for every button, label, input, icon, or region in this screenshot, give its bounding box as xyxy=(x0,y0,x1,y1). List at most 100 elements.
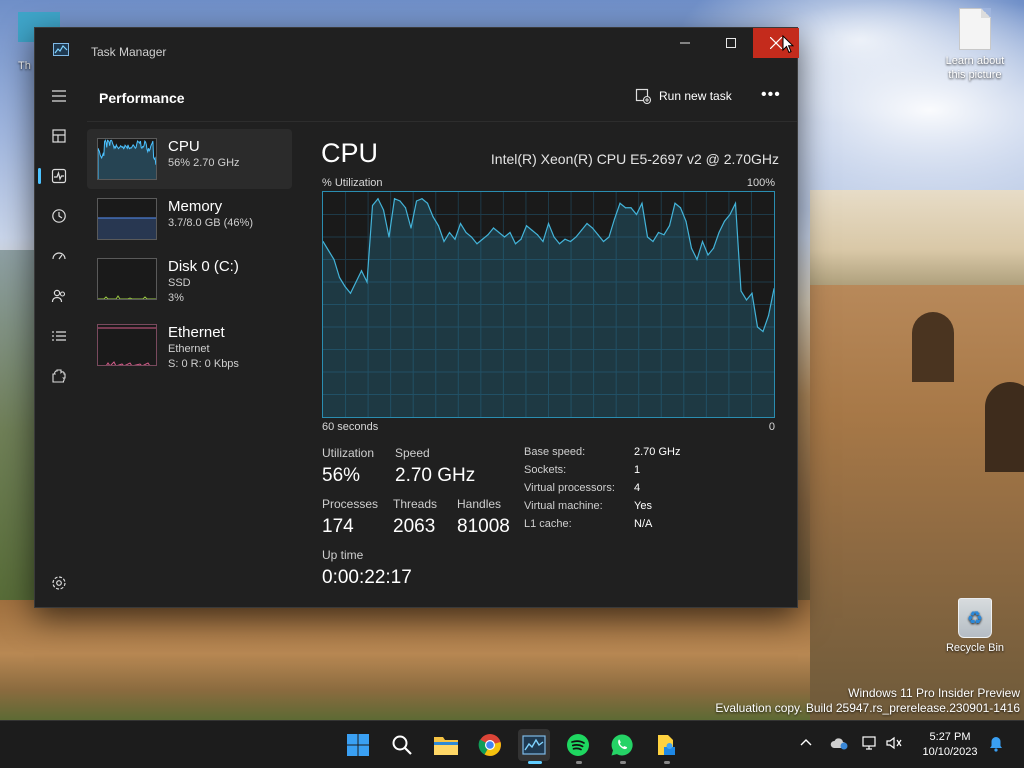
nav-details[interactable] xyxy=(47,324,71,348)
cpu-data-point xyxy=(602,240,605,243)
whatsapp-button[interactable] xyxy=(606,729,638,761)
cpu-model-name: Intel(R) Xeon(R) CPU E5-2697 v2 @ 2.70GH… xyxy=(490,151,779,167)
resource-item-memory[interactable]: Memory 3.7/8.0 GB (46%) xyxy=(87,189,292,249)
cpu-data-point xyxy=(476,243,478,245)
menu-button[interactable] xyxy=(47,84,71,108)
cpu-data-point xyxy=(723,220,726,222)
cpu-data-point xyxy=(701,240,704,243)
base-speed-value: 2.70 GHz xyxy=(634,446,681,458)
network-icon[interactable] xyxy=(862,735,878,751)
cpu-data-point xyxy=(762,330,764,333)
hamburger-menu-icon xyxy=(52,90,66,102)
wallpaper-town xyxy=(810,190,1024,290)
cpu-data-point xyxy=(520,238,522,240)
nav-startup-apps[interactable] xyxy=(47,244,71,268)
task-manager-icon xyxy=(522,735,546,755)
minimize-button[interactable] xyxy=(662,28,708,58)
cpu-data-point xyxy=(514,243,517,245)
learn-about-picture-shortcut[interactable]: Learn about this picture xyxy=(938,8,1012,82)
run-task-icon xyxy=(635,88,651,104)
nav-users[interactable] xyxy=(47,284,71,308)
cpu-data-point xyxy=(641,202,643,204)
l1-cache-label: L1 cache: xyxy=(524,518,572,530)
cpu-data-point xyxy=(426,202,429,204)
speed-label: Speed xyxy=(395,446,430,460)
nav-performance[interactable] xyxy=(47,164,71,188)
chevron-up-icon[interactable] xyxy=(800,737,812,749)
cpu-data-point xyxy=(679,207,682,209)
files-app-icon xyxy=(658,735,675,755)
resource-detail: S: 0 R: 0 Kbps xyxy=(168,358,239,370)
cpu-data-point xyxy=(619,202,621,204)
virtual-machine-value: Yes xyxy=(634,500,652,512)
recycle-bin-shortcut[interactable]: ♻ Recycle Bin xyxy=(940,598,1010,654)
volume-muted-icon[interactable] xyxy=(886,736,902,750)
cpu-data-point xyxy=(663,234,665,236)
memory-thumbnail-graph xyxy=(97,198,157,240)
whatsapp-icon xyxy=(611,734,633,756)
nav-services[interactable] xyxy=(47,364,71,388)
resource-detail: 56% 2.70 GHz xyxy=(168,157,240,169)
files-app-button[interactable] xyxy=(650,729,682,761)
cpu-data-point xyxy=(734,202,737,204)
virtual-processors-value: 4 xyxy=(634,482,641,494)
search-button[interactable] xyxy=(386,729,418,761)
search-icon xyxy=(392,735,412,755)
performance-icon xyxy=(51,168,67,184)
cpu-data-point xyxy=(531,229,533,231)
cpu-data-point xyxy=(745,299,748,301)
cpu-data-point xyxy=(575,236,577,238)
run-new-task-button[interactable]: Run new task xyxy=(635,88,732,104)
resource-detail: 3% xyxy=(168,292,184,304)
notification-bell-icon[interactable] xyxy=(989,736,1003,752)
windows-start-icon xyxy=(347,734,369,756)
cpu-data-point xyxy=(355,281,357,283)
resource-item-ethernet[interactable]: Ethernet Ethernet S: 0 R: 0 Kbps xyxy=(87,315,292,375)
cpu-data-point xyxy=(382,209,385,211)
nav-app-history[interactable] xyxy=(47,204,71,228)
start-button[interactable] xyxy=(342,729,374,761)
nav-processes[interactable] xyxy=(47,124,71,148)
cpu-data-point xyxy=(553,236,555,238)
virtual-machine-label: Virtual machine: xyxy=(524,500,603,512)
file-explorer-button[interactable] xyxy=(430,729,462,761)
running-app-indicator xyxy=(664,761,670,764)
resource-item-disk[interactable]: Disk 0 (C:) SSD 3% xyxy=(87,249,292,309)
resource-item-cpu[interactable]: CPU 56% 2.70 GHz xyxy=(87,129,292,189)
resource-detail: Ethernet xyxy=(168,343,210,355)
clock-time: 5:27 PM xyxy=(929,731,971,743)
graph-max-label: 100% xyxy=(746,177,775,189)
cpu-data-point xyxy=(360,270,363,272)
onedrive-status-icon[interactable] xyxy=(830,736,848,750)
virtual-processors-label: Virtual processors: xyxy=(524,482,615,494)
settings-button[interactable] xyxy=(51,575,67,591)
spotify-button[interactable] xyxy=(562,729,594,761)
cpu-data-point xyxy=(597,234,599,236)
cpu-data-point xyxy=(536,234,539,236)
cpu-data-point xyxy=(503,236,506,238)
maximize-button[interactable] xyxy=(708,28,754,58)
l1-cache-value: N/A xyxy=(634,518,653,530)
chrome-button[interactable] xyxy=(474,729,506,761)
close-icon xyxy=(770,37,782,49)
resource-name: Ethernet xyxy=(168,324,225,341)
task-manager-taskbar-button[interactable] xyxy=(518,729,550,761)
taskbar: 5:27 PM 10/10/2023 xyxy=(0,720,1024,768)
clock[interactable]: 5:27 PM 10/10/2023 xyxy=(918,730,982,760)
cpu-data-point xyxy=(388,236,390,238)
title-bar[interactable]: Task Manager xyxy=(35,28,799,72)
processes-icon xyxy=(52,129,66,143)
nav-selection-indicator xyxy=(38,168,41,184)
file-explorer-icon xyxy=(434,737,458,755)
cpu-data-point xyxy=(443,240,445,243)
cpu-data-point xyxy=(481,238,484,240)
page-title: Performance xyxy=(99,90,185,106)
details-icon xyxy=(52,331,66,341)
utilization-label: Utilization xyxy=(322,446,375,460)
minimize-icon xyxy=(680,42,690,44)
task-manager-app-icon xyxy=(53,43,69,56)
graph-min-label: 0 xyxy=(768,421,775,433)
uptime-value: 0:00:22:17 xyxy=(322,567,412,588)
resource-title: CPU xyxy=(321,138,379,168)
more-options-button[interactable]: ••• xyxy=(761,86,781,104)
